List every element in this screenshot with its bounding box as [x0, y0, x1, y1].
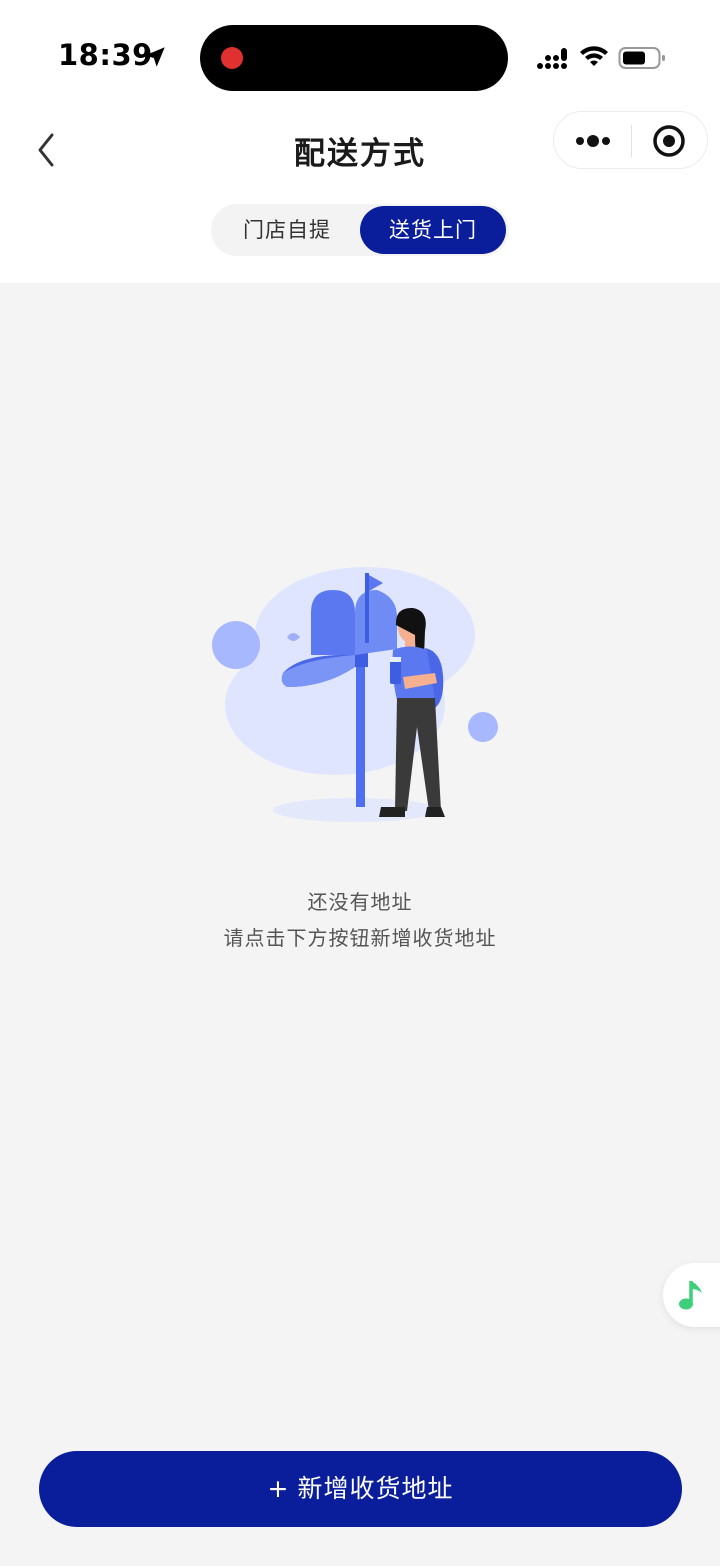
plus-icon: +	[267, 1474, 290, 1503]
recording-indicator-icon	[221, 47, 243, 69]
empty-state-hint: 请点击下方按钮新增收货地址	[223, 926, 497, 950]
mini-program-capsule	[553, 111, 708, 169]
tab-home-delivery[interactable]: 送货上门	[360, 206, 506, 254]
status-time: 18:39	[58, 38, 153, 72]
battery-icon	[618, 47, 665, 69]
music-note-icon	[679, 1281, 702, 1310]
capsule-divider	[631, 125, 632, 157]
header-area: 18:39 配送方式 门店自提 送货上门	[0, 0, 720, 283]
wifi-icon	[580, 46, 608, 66]
page: 18:39 配送方式 门店自提 送货上门 还没有地址 请点击下方按钮新增收货地址…	[0, 0, 720, 1566]
target-icon[interactable]	[652, 124, 686, 158]
empty-state-title: 还没有地址	[307, 890, 413, 914]
delivery-method-tabs: 门店自提 送货上门	[211, 204, 509, 256]
empty-mailbox-illustration	[212, 567, 498, 822]
dynamic-island	[200, 25, 508, 91]
location-arrow-icon	[145, 47, 165, 67]
more-dots-icon[interactable]	[574, 130, 612, 152]
add-address-button[interactable]: + 新增收货地址	[39, 1451, 682, 1527]
floating-music-button[interactable]	[663, 1263, 720, 1327]
tab-store-pickup[interactable]: 门店自提	[215, 206, 359, 254]
add-address-label: 新增收货地址	[297, 1474, 454, 1503]
cellular-signal-icon	[537, 48, 567, 69]
